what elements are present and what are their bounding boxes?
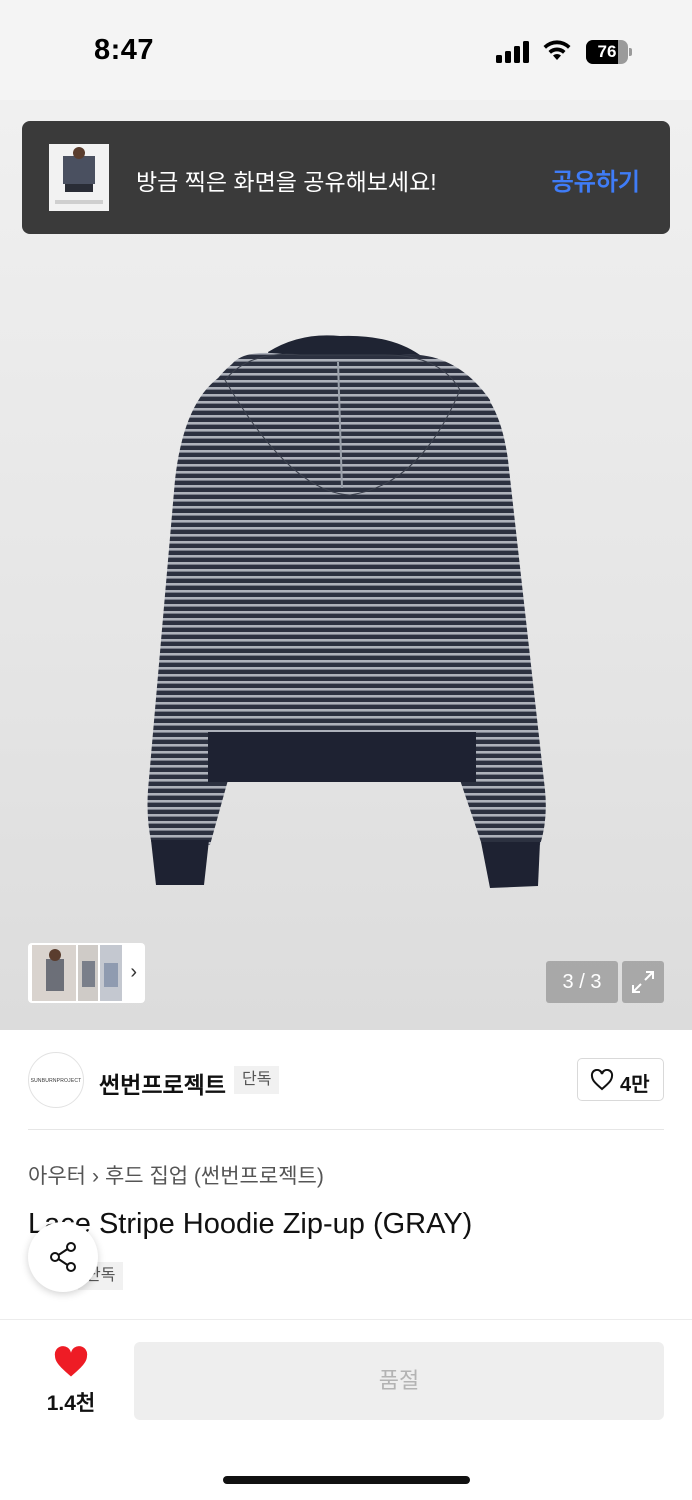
wishlist-button[interactable]: 1.4천 [40, 1346, 102, 1417]
chevron-right-icon: › [130, 961, 137, 983]
breadcrumb-item[interactable]: 아우터 [28, 1165, 86, 1188]
share-toast: 방금 찍은 화면을 공유해보세요! 공유하기 [22, 121, 670, 234]
brand-exclusive-badge: 단독 [234, 1066, 280, 1094]
battery-icon: 76 [586, 40, 632, 64]
expand-icon [632, 971, 654, 993]
status-time: 8:47 [94, 34, 155, 66]
status-bar: 8:47 76 [0, 0, 692, 100]
brand-row: SUNBURNPROJECT 썬번프로젝트 단독 4만 [0, 1030, 692, 1130]
hoodie-image [147, 335, 546, 888]
home-indicator [223, 1476, 470, 1484]
brand-like-button[interactable]: 4만 [577, 1058, 664, 1101]
chevron-right-icon: › [91, 1165, 99, 1188]
page-counter: 3 / 3 [546, 961, 618, 1003]
share-now-button[interactable]: 공유하기 [552, 162, 640, 197]
share-icon [50, 1242, 76, 1272]
breadcrumb: 아우터 › 후드 집업 (썬번프로젝트) [28, 1160, 324, 1190]
brand-logo[interactable]: SUNBURNPROJECT [28, 1052, 84, 1108]
wishlist-count: 1.4천 [46, 1392, 96, 1415]
cellular-signal-icon [496, 41, 532, 63]
expand-button[interactable] [622, 961, 664, 1003]
divider [28, 1129, 664, 1130]
product-title: Lace Stripe Hoodie Zip-up (GRAY) [28, 1208, 473, 1240]
share-button[interactable] [28, 1222, 98, 1292]
heart-filled-icon [54, 1346, 88, 1377]
thumbnail-images [32, 945, 122, 1001]
breadcrumb-item[interactable]: 후드 집업 (썬번프로젝트) [105, 1165, 324, 1188]
brand-like-count: 4만 [620, 1074, 650, 1096]
product-image[interactable]: › 3 / 3 [0, 100, 692, 1030]
toast-message: 방금 찍은 화면을 공유해보세요! [136, 169, 437, 195]
screenshot-thumbnail[interactable] [49, 144, 109, 211]
sold-out-button[interactable]: 품절 [134, 1342, 664, 1420]
battery-level: 76 [597, 42, 617, 61]
heart-outline-icon [590, 1069, 614, 1091]
wifi-icon [543, 40, 571, 60]
bottom-action-bar: 1.4천 품절 [0, 1319, 692, 1500]
brand-name[interactable]: 썬번프로젝트 [99, 1066, 226, 1100]
gallery-thumbnails[interactable]: › [28, 943, 145, 1003]
